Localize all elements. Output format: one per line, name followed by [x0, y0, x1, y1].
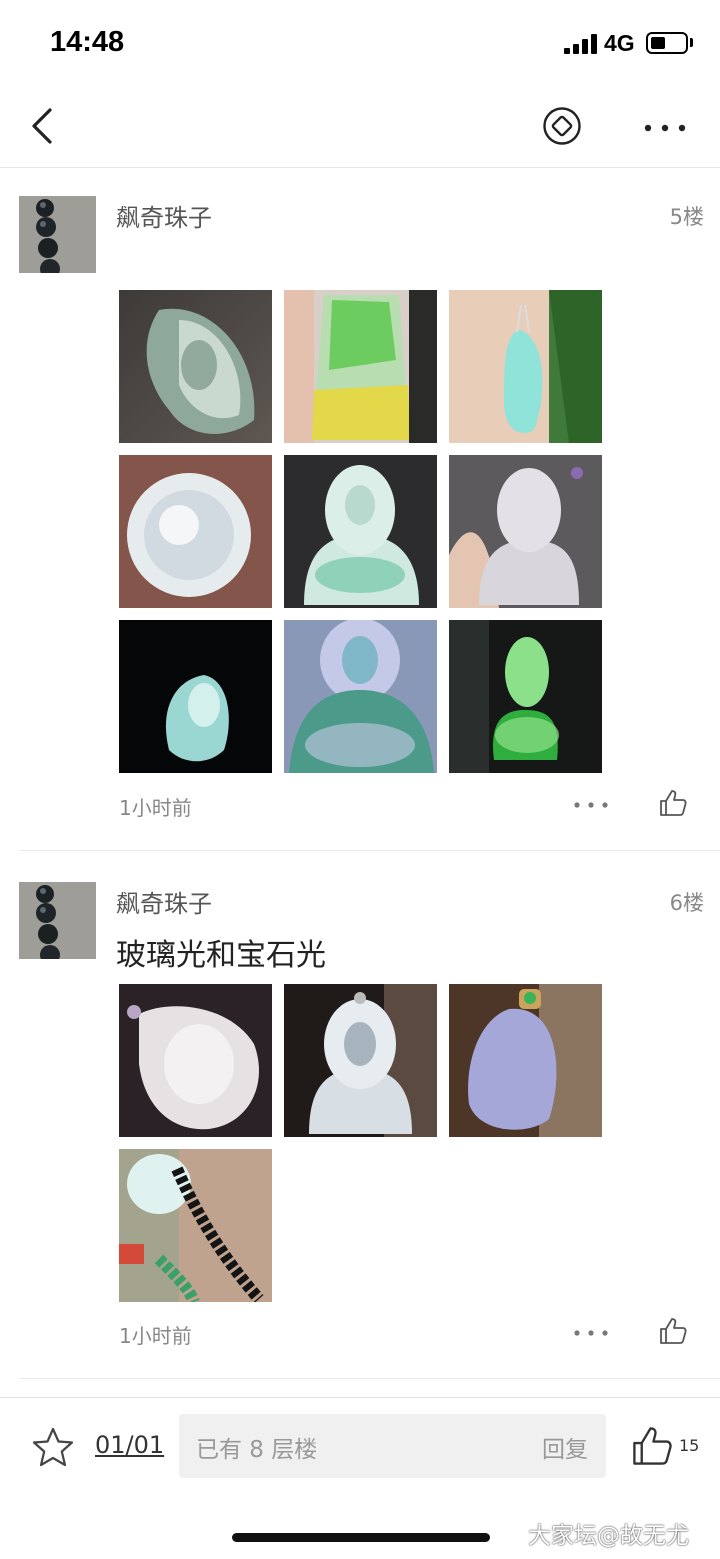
chevron-left-icon[interactable]: [24, 104, 64, 150]
jade-image[interactable]: [284, 290, 437, 443]
post-floor-6: 飙奇珠子 6楼 玻璃光和宝石光 1小时前: [0, 856, 720, 1379]
more-icon[interactable]: [572, 1325, 610, 1339]
jade-image[interactable]: [284, 984, 437, 1137]
like-count: 15: [679, 1436, 700, 1455]
bottom-bar: 01/01 已有 8 层楼 回复 15 大家坛@故无尤: [0, 1397, 720, 1559]
post-floor-5: 飙奇珠子 5楼 1小时前: [0, 170, 720, 851]
diamond-circle-icon[interactable]: [542, 106, 582, 146]
jade-image[interactable]: [284, 620, 437, 773]
author-name[interactable]: 飙奇珠子: [116, 884, 212, 919]
network-type: 4G: [604, 30, 635, 56]
jade-image[interactable]: [449, 455, 602, 608]
reply-placeholder: 已有 8 层楼: [196, 1437, 318, 1463]
signal-icon: [564, 34, 598, 54]
more-icon[interactable]: [640, 110, 690, 146]
divider: [19, 850, 720, 851]
image-grid: [119, 984, 609, 1304]
post-time: 1小时前: [119, 1324, 192, 1348]
post-content: 玻璃光和宝石光: [116, 938, 326, 973]
post-time: 1小时前: [119, 796, 192, 820]
status-bar: 14:48 4G: [0, 0, 720, 88]
avatar[interactable]: [19, 882, 96, 959]
image-grid: [119, 290, 609, 775]
author-name[interactable]: 飙奇珠子: [116, 198, 212, 233]
jade-image[interactable]: [119, 290, 272, 443]
nav-bar: [0, 88, 720, 168]
reply-button[interactable]: 回复: [542, 1430, 588, 1464]
avatar[interactable]: [19, 196, 96, 273]
jade-image[interactable]: [119, 620, 272, 773]
screen: 14:48 4G 飙奇珠子 5楼 1小时前 飙奇珠子 6楼 玻璃光和宝石光 1小…: [0, 0, 720, 1559]
thumbs-up-icon[interactable]: [658, 1316, 688, 1346]
watermark: 大家坛@故无尤: [528, 1523, 689, 1549]
jade-image[interactable]: [449, 620, 602, 773]
floor-number: 5楼: [669, 205, 704, 229]
thumbs-up-icon[interactable]: [630, 1424, 674, 1468]
home-indicator: [232, 1533, 490, 1542]
floor-number: 6楼: [669, 891, 704, 915]
page-index[interactable]: 01/01: [95, 1431, 164, 1459]
jade-image[interactable]: [449, 290, 602, 443]
jade-image[interactable]: [119, 455, 272, 608]
jade-image[interactable]: [449, 984, 602, 1137]
jade-image[interactable]: [119, 1149, 272, 1302]
divider: [19, 1378, 720, 1379]
jade-image[interactable]: [119, 984, 272, 1137]
reply-input[interactable]: 已有 8 层楼 回复: [179, 1414, 606, 1478]
battery-icon: [646, 32, 688, 54]
jade-image[interactable]: [284, 455, 437, 608]
status-time: 14:48: [50, 26, 125, 58]
more-icon[interactable]: [572, 797, 610, 811]
battery-tip: [690, 38, 693, 47]
star-icon[interactable]: [32, 1426, 74, 1468]
thumbs-up-icon[interactable]: [658, 788, 688, 818]
